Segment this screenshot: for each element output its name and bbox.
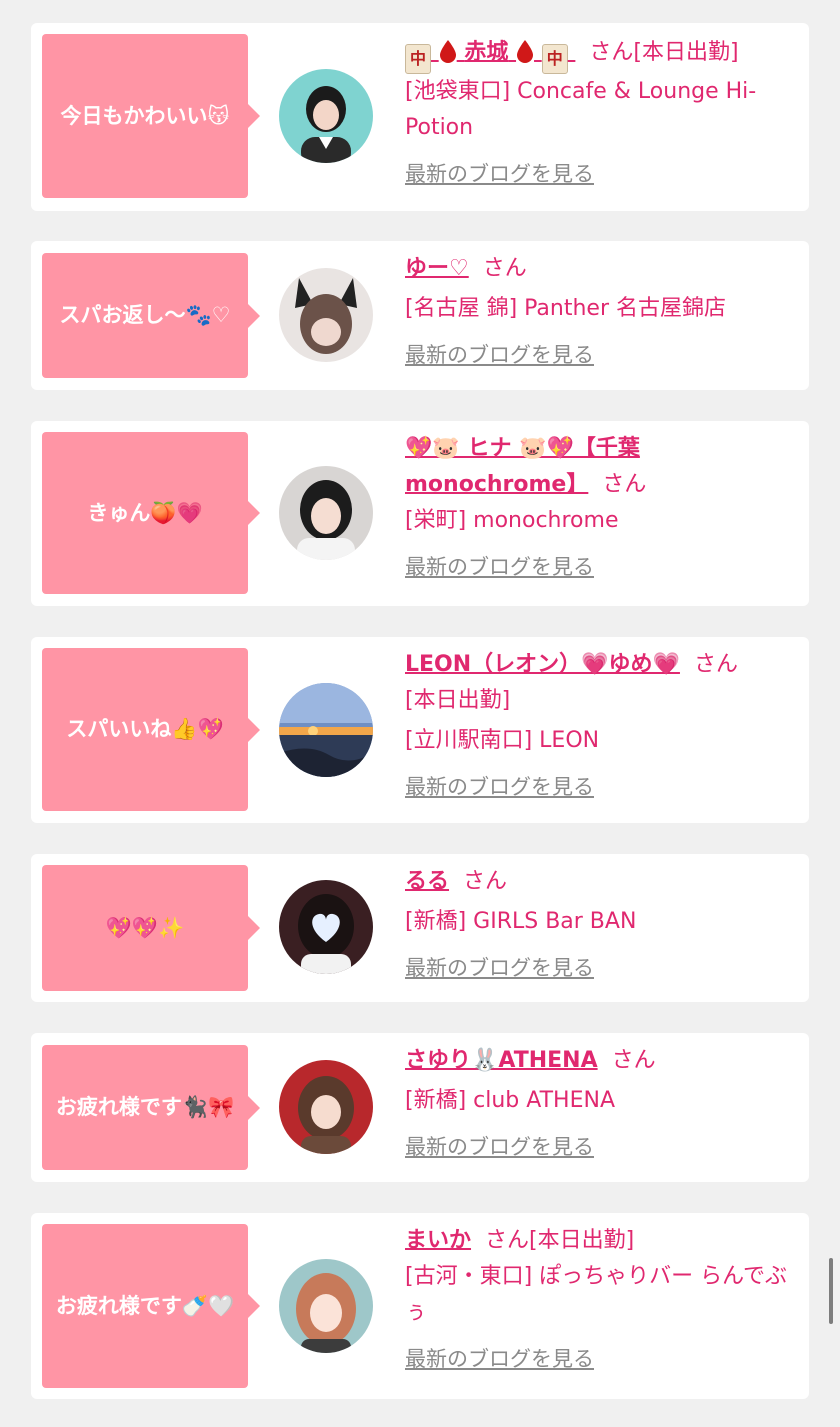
blog-card: スパいいね👍💖 LEON（レオン）💗ゆめ💗 さん [本日出勤] [立川駅南口] L… [31, 637, 809, 823]
comment-bubble: スパいいね👍💖 [42, 648, 260, 811]
avatar[interactable] [279, 466, 373, 560]
avatar[interactable] [279, 1259, 373, 1353]
avatar[interactable] [279, 1060, 373, 1154]
blog-card: スパお返し〜🐾♡ ゆー♡ さん [名古屋 錦] Panther 名古屋錦店 最新の… [31, 241, 809, 390]
cast-name-link[interactable]: まいか [405, 1228, 471, 1253]
cast-name-link[interactable]: るる [405, 869, 449, 894]
avatar[interactable] [279, 880, 373, 974]
cast-name-link[interactable]: さゆり🐰ATHENA [405, 1048, 598, 1073]
blog-card: お疲れ様です🍼🤍 まいか さん[本日出勤] [古河・東口] ぽっちゃりバー らんで… [31, 1213, 809, 1399]
comment-bubble: お疲れ様です🍼🤍 [42, 1224, 260, 1388]
scrollbar[interactable] [829, 1258, 833, 1324]
shop-name: [新橋] GIRLS Bar BAN [405, 909, 637, 934]
san-suffix: さん [602, 472, 647, 497]
comment-bubble: きゅん🍑💗 [42, 432, 260, 594]
entry-info: 中 赤城 中 さん[本日出勤] [池袋東口] Concafe & Lounge … [405, 35, 803, 193]
cast-name-link[interactable]: LEON（レオン）💗ゆめ💗 [405, 652, 680, 677]
san-suffix: さん [693, 652, 738, 677]
avatar[interactable] [279, 69, 373, 163]
mahjong-tile-icon: 中 [541, 44, 568, 74]
shop-name: [古河・東口] ぽっちゃりバー らんでぶぅ [405, 1264, 788, 1325]
shop-name: [池袋東口] Concafe & Lounge Hi-Potion [405, 79, 757, 140]
shop-name: [立川駅南口] LEON [405, 728, 600, 753]
avatar[interactable] [279, 683, 373, 777]
latest-blog-link[interactable]: 最新のブログを見る [405, 1129, 594, 1165]
entry-info: さゆり🐰ATHENA さん [新橋] club ATHENA 最新のブログを見る [405, 1043, 803, 1166]
blood-drop-icon [517, 40, 534, 63]
shop-name: [名古屋 錦] Panther 名古屋錦店 [405, 296, 726, 321]
shop-name: [新橋] club ATHENA [405, 1088, 615, 1113]
entry-info: LEON（レオン）💗ゆめ💗 さん [本日出勤] [立川駅南口] LEON 最新のブ… [405, 647, 803, 806]
entry-info: 💖🐷 ヒナ 🐷💖【千葉monochrome】 さん [栄町] monochrome… [405, 431, 803, 586]
san-suffix: さん [485, 1228, 530, 1253]
latest-blog-link[interactable]: 最新のブログを見る [405, 1341, 594, 1377]
latest-blog-link[interactable]: 最新のブログを見る [405, 549, 594, 585]
status-badge: [本日出勤] [529, 1228, 635, 1253]
blood-drop-icon [439, 40, 456, 63]
san-suffix: さん [482, 256, 527, 281]
blog-card: 💖💖✨ るる さん [新橋] GIRLS Bar BAN 最新のブログを見る [31, 854, 809, 1002]
blog-card: きゅん🍑💗 💖🐷 ヒナ 🐷💖【千葉monochrome】 さん [栄町] mono… [31, 421, 809, 606]
status-badge: [本日出勤] [633, 40, 739, 65]
status-badge: [本日出勤] [405, 688, 511, 713]
comment-bubble: 💖💖✨ [42, 865, 260, 991]
mahjong-tile-icon: 中 [405, 44, 431, 74]
san-suffix: さん [463, 869, 508, 894]
latest-blog-link[interactable]: 最新のブログを見る [405, 337, 594, 373]
comment-bubble: 今日もかわいい😽 [42, 34, 260, 198]
cast-name-text: 赤城 [464, 40, 509, 65]
comment-bubble: スパお返し〜🐾♡ [42, 253, 260, 378]
latest-blog-link[interactable]: 最新のブログを見る [405, 950, 594, 986]
cast-name-link[interactable]: ゆー♡ [405, 256, 469, 281]
san-suffix: さん [611, 1048, 656, 1073]
avatar[interactable] [279, 268, 373, 362]
san-suffix: さん [589, 40, 634, 65]
latest-blog-link[interactable]: 最新のブログを見る [405, 769, 594, 805]
entry-info: まいか さん[本日出勤] [古河・東口] ぽっちゃりバー らんでぶぅ 最新のブログ… [405, 1223, 803, 1378]
comment-bubble: お疲れ様です🐈‍⬛🎀 [42, 1045, 260, 1170]
entry-info: るる さん [新橋] GIRLS Bar BAN 最新のブログを見る [405, 864, 803, 987]
blog-card: お疲れ様です🐈‍⬛🎀 さゆり🐰ATHENA さん [新橋] club ATHENA… [31, 1033, 809, 1182]
shop-name: [栄町] monochrome [405, 508, 619, 533]
cast-name-link[interactable]: 中 赤城 中 [405, 40, 575, 74]
latest-blog-link[interactable]: 最新のブログを見る [405, 156, 594, 192]
blog-card: 今日もかわいい😽 中 赤城 中 さん[本日出勤] [池袋東口] Concafe … [31, 23, 809, 211]
entry-info: ゆー♡ さん [名古屋 錦] Panther 名古屋錦店 最新のブログを見る [405, 251, 803, 374]
